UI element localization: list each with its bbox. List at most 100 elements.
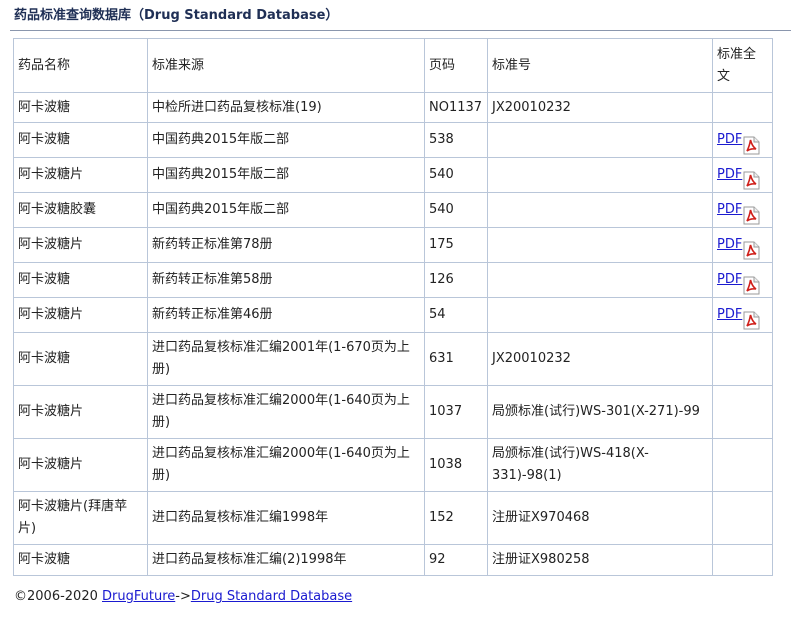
cell-full-text (712, 544, 773, 576)
pdf-file-icon[interactable] (743, 241, 760, 260)
pdf-download-link[interactable]: PDF (717, 234, 760, 260)
cell-standard-number: JX20010232 (487, 92, 713, 123)
cell-drug-name: 阿卡波糖片 (13, 438, 148, 492)
pdf-download-link[interactable]: PDF (717, 269, 760, 295)
header-full-text: 标准全文 (712, 38, 773, 93)
header-drug-name: 药品名称 (13, 38, 148, 93)
pdf-link-text[interactable]: PDF (717, 129, 742, 151)
cell-standard-number (487, 157, 713, 193)
cell-drug-name: 阿卡波糖 (13, 92, 148, 123)
pdf-download-link[interactable]: PDF (717, 304, 760, 330)
cell-full-text: PDF (712, 262, 773, 298)
cell-page: 1037 (424, 385, 488, 439)
cell-standard-source: 中检所进口药品复核标准(19) (147, 92, 425, 123)
table-row: 阿卡波糖片 进口药品复核标准汇编2000年(1-640页为上册) 1037 局颁标准(… (13, 385, 773, 439)
pdf-link-text[interactable]: PDF (717, 234, 742, 256)
cell-page: 538 (424, 122, 488, 158)
pdf-file-icon[interactable] (743, 276, 760, 295)
cell-drug-name: 阿卡波糖片 (13, 157, 148, 193)
table-row: 阿卡波糖 中检所进口药品复核标准(19) NO1137 JX20010232 (13, 92, 773, 123)
pdf-file-icon[interactable] (743, 206, 760, 225)
cell-standard-source: 新药转正标准第46册 (147, 297, 425, 333)
cell-full-text: PDF (712, 157, 773, 193)
footer-separator: -> (175, 589, 191, 604)
cell-full-text: PDF (712, 297, 773, 333)
footer-link-drugfuture[interactable]: DrugFuture (102, 589, 175, 604)
table-row: 阿卡波糖 进口药品复核标准汇编2001年(1-670页为上册) 631 JX20010… (13, 332, 773, 386)
table-row: 阿卡波糖片 中国药典2015年版二部 540 PDF (13, 157, 773, 193)
cell-page: 54 (424, 297, 488, 333)
pdf-download-link[interactable]: PDF (717, 199, 760, 225)
cell-page: 540 (424, 192, 488, 228)
cell-page: 540 (424, 157, 488, 193)
pdf-link-text[interactable]: PDF (717, 304, 742, 326)
cell-drug-name: 阿卡波糖片 (13, 385, 148, 439)
cell-standard-number: 注册证X980258 (487, 544, 713, 576)
pdf-download-link[interactable]: PDF (717, 164, 760, 190)
cell-drug-name: 阿卡波糖 (13, 332, 148, 386)
pdf-file-icon[interactable] (743, 311, 760, 330)
table-row: 阿卡波糖片 新药转正标准第46册 54 PDF (13, 297, 773, 333)
cell-full-text (712, 385, 773, 439)
pdf-link-text[interactable]: PDF (717, 199, 742, 221)
pdf-link-text[interactable]: PDF (717, 269, 742, 291)
cell-standard-source: 进口药品复核标准汇编(2)1998年 (147, 544, 425, 576)
table-row: 阿卡波糖片 进口药品复核标准汇编2000年(1-640页为上册) 1038 局颁标准(… (13, 438, 773, 492)
footer: ©2006-2020 DrugFuture->Drug Standard Dat… (14, 587, 352, 607)
cell-standard-number (487, 192, 713, 228)
cell-standard-source: 新药转正标准第58册 (147, 262, 425, 298)
cell-standard-number: 注册证X970468 (487, 491, 713, 545)
cell-standard-number: 局颁标准(试行)WS-301(X-271)-99 (487, 385, 713, 439)
cell-standard-source: 中国药典2015年版二部 (147, 122, 425, 158)
page-title: 药品标准查询数据库（Drug Standard Database） (14, 8, 339, 23)
table-row: 阿卡波糖片(拜唐苹片) 进口药品复核标准汇编1998年 152 注册证X970468 (13, 491, 773, 545)
cell-page: NO1137 (424, 92, 488, 123)
cell-drug-name: 阿卡波糖 (13, 544, 148, 576)
cell-standard-source: 进口药品复核标准汇编2000年(1-640页为上册) (147, 438, 425, 492)
cell-full-text (712, 491, 773, 545)
cell-page: 1038 (424, 438, 488, 492)
cell-full-text: PDF (712, 227, 773, 263)
cell-standard-source: 进口药品复核标准汇编1998年 (147, 491, 425, 545)
pdf-file-icon[interactable] (743, 171, 760, 190)
cell-standard-number: JX20010232 (487, 332, 713, 386)
table-row: 阿卡波糖 新药转正标准第58册 126 PDF (13, 262, 773, 298)
footer-copyright: ©2006-2020 (14, 589, 102, 604)
pdf-download-link[interactable]: PDF (717, 129, 760, 155)
cell-full-text (712, 438, 773, 492)
header-standard-source: 标准来源 (147, 38, 425, 93)
table-row: 阿卡波糖 进口药品复核标准汇编(2)1998年 92 注册证X980258 (13, 544, 773, 576)
cell-page: 92 (424, 544, 488, 576)
cell-page: 152 (424, 491, 488, 545)
cell-drug-name: 阿卡波糖 (13, 122, 148, 158)
header-page: 页码 (424, 38, 488, 93)
table-row: 阿卡波糖胶囊 中国药典2015年版二部 540 PDF (13, 192, 773, 228)
cell-standard-source: 进口药品复核标准汇编2000年(1-640页为上册) (147, 385, 425, 439)
cell-standard-source: 新药转正标准第78册 (147, 227, 425, 263)
table-row: 阿卡波糖 中国药典2015年版二部 538 PDF (13, 122, 773, 158)
cell-drug-name: 阿卡波糖胶囊 (13, 192, 148, 228)
drug-standard-table: 药品名称 标准来源 页码 标准号 标准全文 阿卡波糖 中检所进口药品复核标准(19… (13, 38, 773, 576)
cell-drug-name: 阿卡波糖片 (13, 227, 148, 263)
cell-full-text (712, 332, 773, 386)
footer-link-drug-standard-database[interactable]: Drug Standard Database (191, 589, 352, 604)
cell-standard-number (487, 297, 713, 333)
cell-full-text: PDF (712, 192, 773, 228)
cell-page: 126 (424, 262, 488, 298)
cell-standard-source: 进口药品复核标准汇编2001年(1-670页为上册) (147, 332, 425, 386)
title-divider (10, 30, 791, 31)
cell-full-text: PDF (712, 122, 773, 158)
table-header-row: 药品名称 标准来源 页码 标准号 标准全文 (13, 38, 773, 93)
header-standard-number: 标准号 (487, 38, 713, 93)
cell-standard-source: 中国药典2015年版二部 (147, 157, 425, 193)
pdf-file-icon[interactable] (743, 136, 760, 155)
cell-drug-name: 阿卡波糖片 (13, 297, 148, 333)
pdf-link-text[interactable]: PDF (717, 164, 742, 186)
cell-drug-name: 阿卡波糖 (13, 262, 148, 298)
cell-standard-number (487, 227, 713, 263)
cell-standard-number: 局颁标准(试行)WS-418(X-331)-98(1) (487, 438, 713, 492)
cell-full-text (712, 92, 773, 123)
cell-standard-source: 中国药典2015年版二部 (147, 192, 425, 228)
cell-page: 631 (424, 332, 488, 386)
cell-standard-number (487, 122, 713, 158)
